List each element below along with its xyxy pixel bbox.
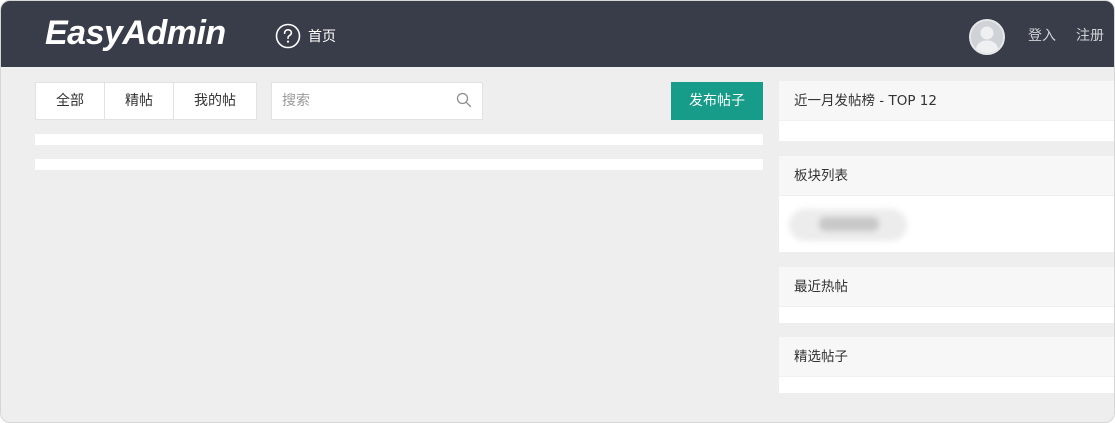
tab-featured[interactable]: 精帖 xyxy=(105,83,174,119)
user-avatar-icon xyxy=(971,21,1003,53)
register-link[interactable]: 注册 xyxy=(1076,25,1104,45)
nav-home-link[interactable]: 首页 xyxy=(275,22,336,50)
search-box xyxy=(271,82,483,120)
app-window: EasyAdmin 首页 登入 注册 全部 精帖 我的帖 搜索 发布帖子 近一月… xyxy=(0,0,1115,423)
logo[interactable]: EasyAdmin xyxy=(45,9,226,57)
post-list-placeholder xyxy=(35,134,763,145)
board-item-blurred[interactable] xyxy=(789,209,907,241)
panel-title: 近一月发帖榜 - TOP 12 xyxy=(779,81,1114,121)
nav-home-label: 首页 xyxy=(308,29,336,45)
panel-title: 最近热帖 xyxy=(779,267,1114,307)
top-header: EasyAdmin 首页 登入 注册 xyxy=(1,1,1114,67)
tab-all[interactable]: 全部 xyxy=(36,83,105,119)
tab-my-posts[interactable]: 我的帖 xyxy=(174,83,256,119)
post-filter-tabs: 全部 精帖 我的帖 xyxy=(35,82,257,120)
post-list-placeholder xyxy=(35,159,763,170)
panel-title: 板块列表 xyxy=(779,156,1114,196)
avatar[interactable] xyxy=(969,19,1005,55)
panel-featured-posts: 精选帖子 xyxy=(779,337,1114,393)
help-circle-icon xyxy=(275,23,301,49)
panel-hot-posts: 最近热帖 xyxy=(779,267,1114,323)
panel-board-list: 板块列表 xyxy=(779,156,1114,252)
search-icon[interactable] xyxy=(456,92,472,108)
publish-post-button[interactable]: 发布帖子 xyxy=(671,82,763,120)
panel-title: 精选帖子 xyxy=(779,337,1114,377)
login-link[interactable]: 登入 xyxy=(1028,25,1056,45)
search-input[interactable] xyxy=(272,83,452,119)
panel-top-posters: 近一月发帖榜 - TOP 12 xyxy=(779,81,1114,141)
